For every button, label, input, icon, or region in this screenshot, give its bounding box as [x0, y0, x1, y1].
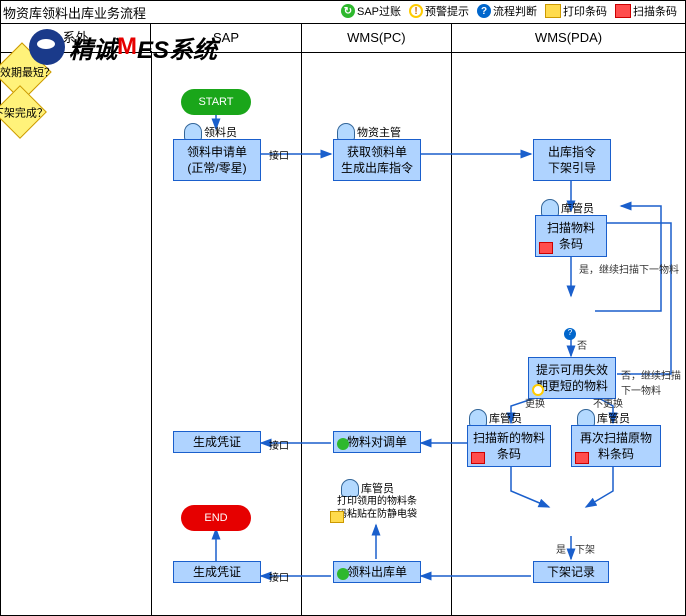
label-iface-2: 接口 — [269, 569, 289, 584]
watermark-logo: 精诚MES系统 — [29, 29, 217, 65]
label-iface-1: 接口 — [269, 147, 289, 162]
start-node: START — [181, 89, 251, 115]
node-guide: 出库指令下架引导 — [533, 139, 611, 181]
node-scan-material: 扫描物料条码 — [535, 215, 607, 257]
node-voucher-1: 生成凭证 — [173, 431, 261, 453]
legend-scan: 扫描条码 — [615, 3, 677, 19]
label-iface-3: 接口 — [269, 437, 289, 452]
label-no-continue: 否，继续扫描下一物料 — [621, 367, 685, 397]
flow-diagram: 物资库领料出库业务流程 ↻SAP过账 !预警提示 ?流程判断 打印条码 扫描条码… — [0, 0, 686, 616]
scan-barcode-icon — [471, 452, 485, 464]
label-nochange: 不更换 — [593, 395, 623, 410]
lane-header-wms-pc: WMS(PC) — [302, 24, 452, 52]
node-voucher-2: 生成凭证 — [173, 561, 261, 583]
label-change: 更换 — [525, 395, 545, 410]
node-shelf-record: 下架记录 — [533, 561, 609, 583]
print-barcode-icon — [330, 511, 344, 523]
diagram-title: 物资库领料出库业务流程 — [3, 3, 146, 22]
sap-post-icon — [337, 568, 349, 580]
label-yes-2: 是 — [556, 541, 566, 556]
node-adjust: 物料对调单 — [333, 431, 421, 453]
legend-warn: !预警提示 — [409, 3, 469, 19]
judge-icon: ? — [477, 4, 491, 18]
lane-header-wms-pda: WMS(PDA) — [452, 24, 685, 52]
legend-sap: ↻SAP过账 — [341, 3, 401, 19]
scan-barcode-icon — [575, 452, 589, 464]
warning-icon: ! — [409, 4, 423, 18]
scan-barcode-icon — [539, 242, 553, 254]
label-yes-continue: 是，继续扫描下一物料 — [579, 261, 679, 276]
label-no-1: 否 — [577, 337, 587, 352]
node-scan-again: 再次扫描原物料条码 — [571, 425, 661, 467]
node-apply: 领料申请单(正常/零星) — [173, 139, 261, 181]
node-fetch: 获取领料单生成出库指令 — [333, 139, 421, 181]
legend-judge: ?流程判断 — [477, 3, 537, 19]
canvas: START 领料员 领料申请单(正常/零星) 接口 物资主管 获取领料单生成出库… — [1, 51, 685, 615]
end-node: END — [181, 505, 251, 531]
node-shelf-done: 下架完成？ — [0, 85, 47, 139]
sap-post-icon: ↻ — [341, 4, 355, 18]
print-barcode-icon — [545, 4, 561, 18]
node-outbound: 领料出库单 — [333, 561, 421, 583]
logo-icon — [29, 29, 65, 65]
legend-print: 打印条码 — [545, 3, 607, 19]
judge-icon: ? — [564, 328, 576, 340]
legend: ↻SAP过账 !预警提示 ?流程判断 打印条码 扫描条码 — [341, 3, 677, 19]
node-hint-expiry: 提示可用失效期更短的物料 — [528, 357, 616, 399]
label-off: 下架 — [575, 541, 595, 556]
scan-barcode-icon — [615, 4, 631, 18]
swimlanes: START 领料员 领料申请单(正常/零星) 接口 物资主管 获取领料单生成出库… — [1, 51, 685, 615]
node-scan-new: 扫描新的物料条码 — [467, 425, 551, 467]
node-stick-label: 打印领用的物料条码粘贴在防静电袋 — [327, 495, 427, 521]
sap-post-icon — [337, 438, 349, 450]
